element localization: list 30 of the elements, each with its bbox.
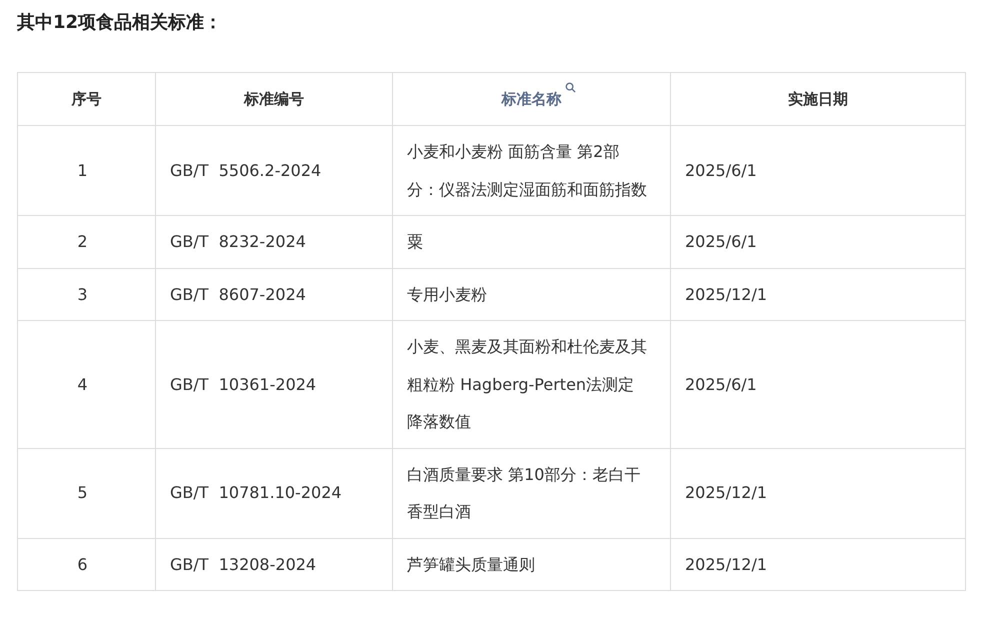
table-cell: 2025/12/1: [685, 483, 768, 502]
table-cell: 2025/12/1: [685, 554, 768, 574]
table-cell: 4: [77, 374, 88, 394]
column-header: 标准编号: [244, 90, 304, 108]
table-cell: 白酒质量要求 第10部分：老白干香型白酒: [407, 464, 640, 521]
table-cell: 2025/6/1: [685, 232, 757, 251]
table-cell: GB/T 10781.10-2024: [170, 483, 342, 502]
table-cell: 芦笋罐头质量通则: [407, 554, 535, 574]
table-cell: GB/T 10361-2024: [170, 374, 316, 394]
table-cell: GB/T 5506.2-2024: [170, 160, 322, 180]
table-cell: 粟: [407, 232, 423, 251]
table-cell: GB/T 8607-2024: [170, 284, 306, 304]
table-cell: GB/T 13208-2024: [170, 554, 316, 574]
column-header: 序号: [72, 90, 102, 108]
table-cell: 2: [77, 232, 88, 251]
column-header: 实施日期: [788, 90, 848, 108]
table-cell: GB/T 8232-2024: [170, 232, 306, 251]
table-cell: 小麦、黑麦及其面粉和杜伦麦及其粗粒粉 Hagberg-Perten法测定降落数值: [407, 337, 647, 431]
table-cell: 5: [77, 483, 88, 502]
table-cell: 2025/6/1: [685, 160, 757, 180]
table-cell: 专用小麦粉: [407, 284, 487, 304]
table-cell: 6: [77, 554, 88, 574]
table-cell: 3: [77, 284, 88, 304]
column-header: 标准名称: [502, 90, 562, 108]
search-icon[interactable]: [564, 82, 576, 92]
table-cell: 2025/12/1: [685, 284, 768, 304]
section-heading: 其中12项食品相关标准：: [17, 12, 224, 34]
table-cell: 小麦和小麦粉 面筋含量 第2部分：仪器法测定湿面筋和面筋指数: [407, 142, 647, 198]
table-cell: 2025/6/1: [685, 374, 757, 394]
table-cell: 1: [77, 160, 88, 180]
